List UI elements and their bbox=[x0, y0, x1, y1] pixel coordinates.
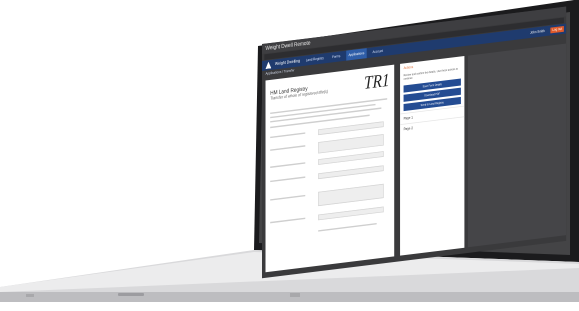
form-document: TR1 HM Land Registry Transfer of whole o… bbox=[265, 64, 395, 273]
screen-content: Weight Dwell Remote Weight Dwelling Land… bbox=[262, 6, 567, 279]
laptop-edge bbox=[0, 292, 579, 302]
text-line bbox=[270, 194, 306, 201]
form-code: TR1 bbox=[364, 69, 390, 94]
form-field[interactable] bbox=[318, 183, 384, 207]
port-icon bbox=[290, 293, 300, 297]
text-line bbox=[318, 223, 377, 232]
form-field[interactable] bbox=[318, 206, 384, 221]
form-field[interactable] bbox=[318, 165, 384, 180]
text-line bbox=[270, 98, 388, 114]
user-name[interactable]: John Smith bbox=[530, 29, 547, 35]
text-line bbox=[270, 132, 306, 139]
form-field[interactable] bbox=[318, 134, 384, 154]
brand-logo-icon bbox=[266, 61, 272, 69]
trackpad-notch bbox=[118, 293, 144, 296]
vent-icon bbox=[26, 294, 34, 297]
app-window: Weight Dwell Remote Weight Dwelling Land… bbox=[262, 6, 567, 279]
tab-forms[interactable]: Forms bbox=[330, 51, 343, 63]
text-line bbox=[270, 145, 306, 151]
tab-account[interactable]: Account bbox=[370, 46, 385, 58]
text-line bbox=[270, 162, 306, 168]
form-field[interactable] bbox=[318, 151, 384, 165]
background-workspace bbox=[467, 43, 567, 248]
text-line bbox=[270, 217, 306, 224]
brand-name: Weight Dwelling bbox=[274, 59, 300, 67]
laptop-scene: Weight Dwell Remote Weight Dwelling Land… bbox=[0, 0, 579, 311]
form-field[interactable] bbox=[318, 121, 384, 136]
logout-button[interactable]: Log out bbox=[550, 26, 564, 34]
text-line bbox=[270, 176, 306, 183]
actions-panel: Actions Review and confirm the details. … bbox=[400, 56, 465, 256]
